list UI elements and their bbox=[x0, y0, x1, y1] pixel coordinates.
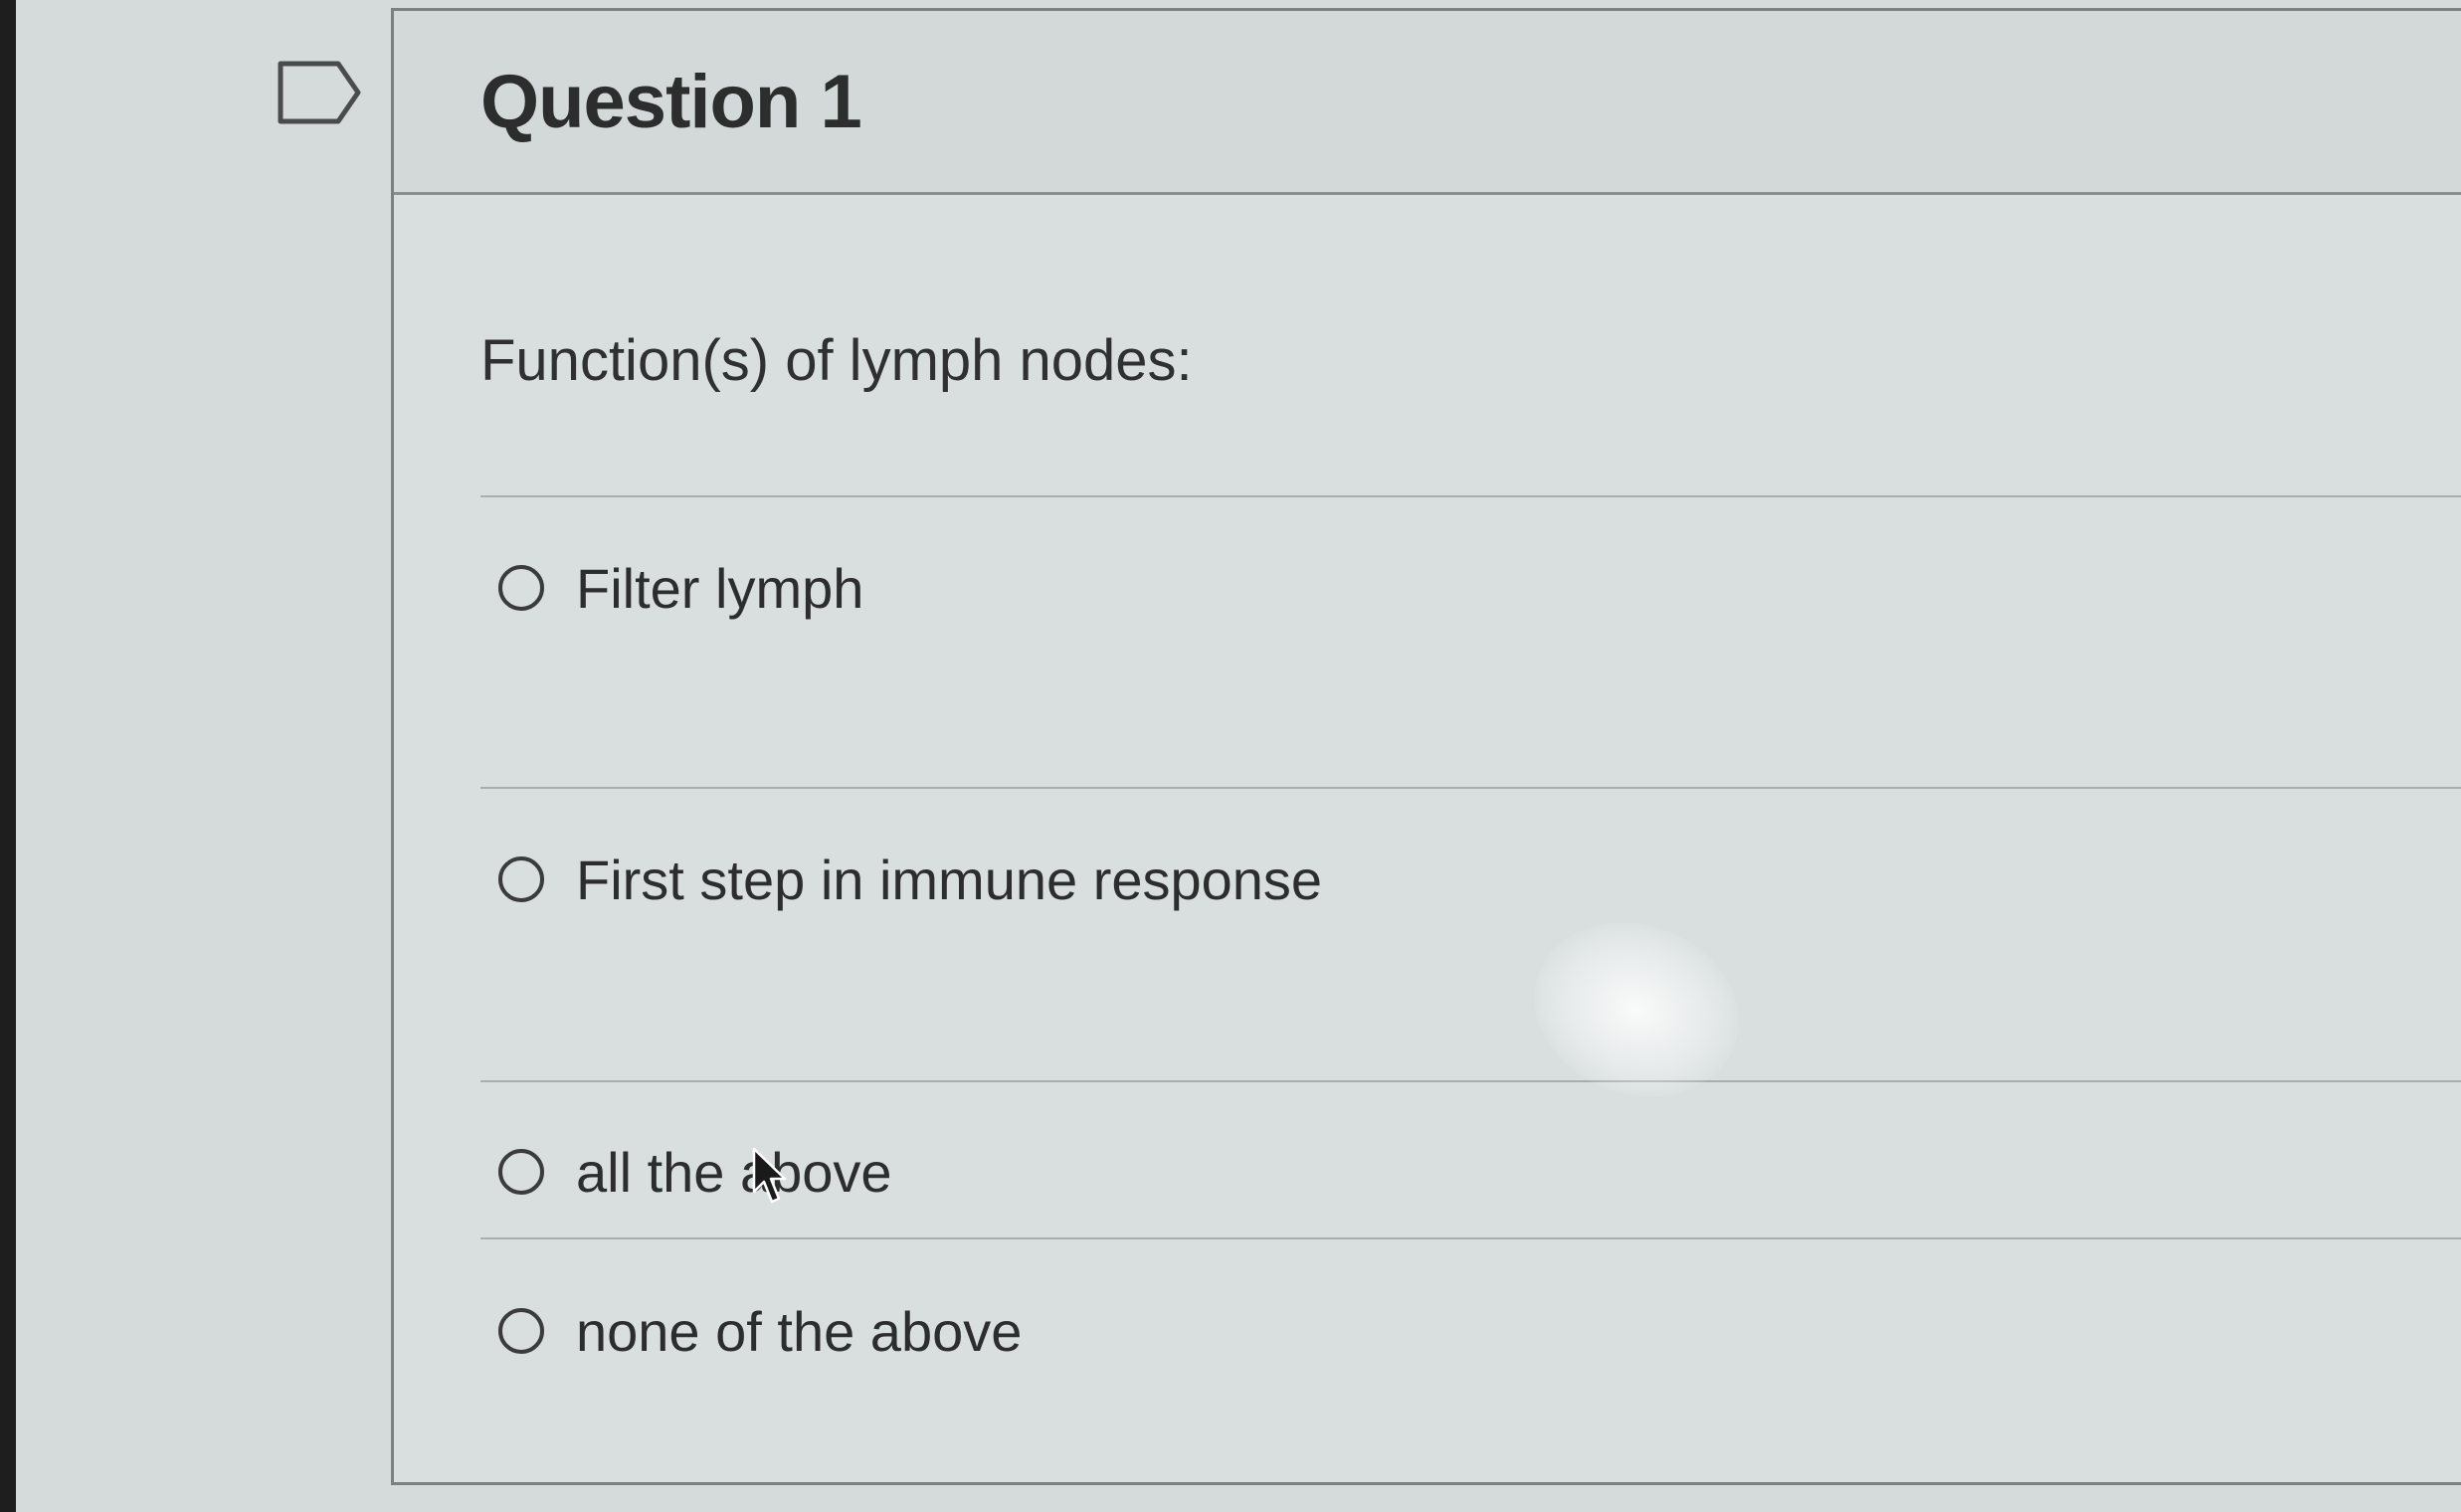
monitor-bezel bbox=[0, 0, 16, 1512]
question-card: Question 1 Function(s) of lymph nodes: F… bbox=[391, 8, 2461, 1485]
answer-label: none of the above bbox=[576, 1299, 1023, 1363]
answer-option[interactable]: First step in immune response bbox=[498, 845, 1322, 914]
answer-divider bbox=[480, 495, 2461, 497]
flag-icon[interactable] bbox=[277, 60, 362, 125]
radio-button[interactable] bbox=[498, 1149, 544, 1195]
answer-label: Filter lymph bbox=[576, 556, 864, 620]
answer-divider bbox=[480, 1080, 2461, 1082]
answer-divider bbox=[480, 1237, 2461, 1239]
answer-label: all the above bbox=[576, 1140, 892, 1204]
answer-option[interactable]: all the above bbox=[498, 1137, 892, 1207]
radio-button[interactable] bbox=[498, 1308, 544, 1354]
question-header: Question 1 bbox=[394, 11, 2461, 195]
question-title: Question 1 bbox=[480, 60, 862, 144]
radio-button[interactable] bbox=[498, 565, 544, 611]
question-prompt: Function(s) of lymph nodes: bbox=[480, 328, 1193, 393]
answer-divider bbox=[480, 787, 2461, 789]
answer-option[interactable]: none of the above bbox=[498, 1296, 1022, 1366]
screen: Question 1 Function(s) of lymph nodes: F… bbox=[0, 0, 2461, 1512]
answer-option[interactable]: Filter lymph bbox=[498, 553, 863, 623]
mouse-pointer-icon bbox=[752, 1147, 787, 1204]
radio-button[interactable] bbox=[498, 856, 544, 902]
answer-label: First step in immune response bbox=[576, 848, 1323, 911]
